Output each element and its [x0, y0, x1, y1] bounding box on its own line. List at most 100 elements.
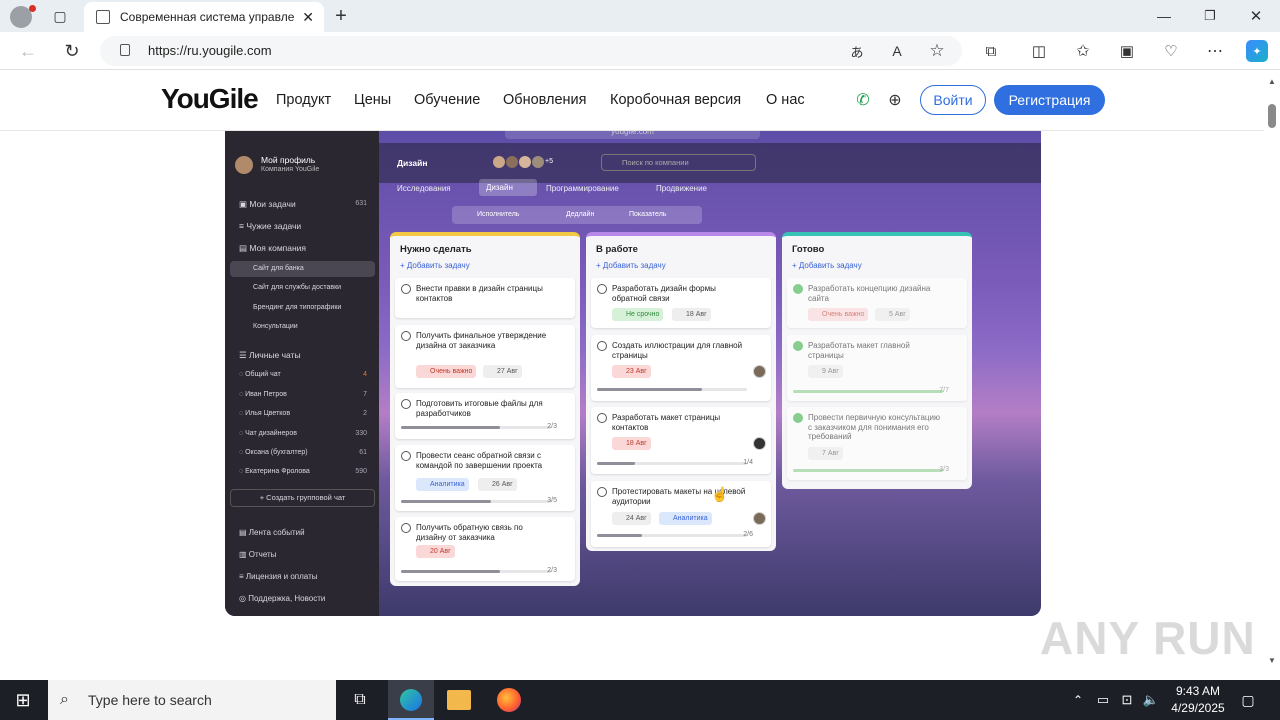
mock-chat-3-count: 2: [363, 410, 367, 417]
mock-task-card: Получить финальное утверждение дизайна о…: [395, 325, 575, 388]
mock-address: yougile.com: [505, 131, 760, 139]
mock-column-title: В работе: [596, 244, 638, 255]
mock-project-4: Консультации: [253, 323, 298, 330]
scroll-up-icon[interactable]: ▲: [1268, 77, 1276, 86]
read-aloud-icon[interactable]: A: [886, 39, 908, 63]
nav-learning[interactable]: Обучение: [414, 92, 480, 108]
windows-start-icon[interactable]: ⊞: [12, 690, 34, 710]
network-icon[interactable]: ⊡: [1118, 690, 1136, 710]
globe-icon[interactable]: ⊕: [885, 90, 905, 110]
favorites-icon[interactable]: ✩: [1072, 39, 1094, 63]
nav-boxed-version[interactable]: Коробочная версия: [610, 92, 741, 108]
anyrun-watermark: ANY RUN: [1040, 612, 1256, 664]
mock-chat-4: ◌ Чат дизайнеров: [239, 430, 297, 437]
firefox-icon[interactable]: [497, 688, 521, 712]
tab-title: Современная система управле: [120, 10, 295, 24]
notification-dot: [29, 5, 36, 12]
mock-task-card: Получить обратную связь по дизайну от за…: [395, 517, 575, 581]
clock-time[interactable]: 9:43 AM: [1166, 684, 1230, 698]
mock-chat-1: ◌ Общий чат: [239, 371, 281, 378]
nav-updates[interactable]: Обновления: [503, 92, 587, 108]
site-header: YouGile Продукт Цены Обучение Обновления…: [0, 71, 1264, 131]
close-window-icon[interactable]: ✕: [1244, 4, 1268, 28]
mock-filter-metric: Показатель: [629, 211, 667, 218]
yougile-logo[interactable]: YouGile: [161, 83, 259, 115]
mock-profile-avatar: [235, 156, 253, 174]
mock-chat-4-count: 330: [355, 430, 367, 437]
nav-about[interactable]: О нас: [766, 92, 805, 108]
mock-task-card: Разработать дизайн формы обратной связи …: [591, 278, 771, 328]
notifications-icon[interactable]: ▢: [1238, 690, 1258, 710]
login-button[interactable]: Войти: [920, 85, 986, 115]
restore-icon[interactable]: ❐: [1198, 4, 1222, 28]
mock-support: ◎ Поддержка, Новости: [239, 594, 326, 603]
mock-my-company: ▤ Моя компания: [239, 243, 307, 253]
tray-overflow-icon[interactable]: ⌃: [1070, 690, 1086, 710]
mock-create-group-chat: + Создать групповой чат: [230, 489, 375, 507]
taskbar-search[interactable]: ⌕ Type here to search: [48, 680, 336, 720]
reload-icon[interactable]: ↻: [60, 39, 84, 63]
mock-column-done: Готово + Добавить задачу Разработать кон…: [782, 232, 972, 489]
url-text: https://ru.yougile.com: [148, 43, 272, 58]
page-icon: [96, 10, 110, 24]
register-button[interactable]: Регистрация: [994, 85, 1105, 115]
edge-icon: [400, 689, 422, 711]
lock-icon: [120, 44, 130, 56]
volume-icon[interactable]: 🔈: [1142, 690, 1160, 710]
mock-company-name: Компания YouGile: [261, 166, 320, 173]
split-screen-icon[interactable]: ◫: [1028, 39, 1050, 63]
mock-task-card: Разработать макет страницы контактов 18 …: [591, 407, 771, 474]
close-tab-icon[interactable]: ✕: [302, 2, 314, 32]
mouse-cursor-icon: ☝: [711, 486, 729, 502]
mock-project-3: Брендинг для типографики: [253, 304, 342, 311]
mock-chat-6: ◌ Екатерина Фролова: [239, 468, 310, 475]
mock-others-tasks: ≡ Чужие задачи: [239, 221, 302, 231]
mock-tab-design: Дизайн: [479, 179, 537, 196]
mock-filter-deadline: Дедлайн: [566, 211, 595, 218]
tab-actions-icon[interactable]: ▢: [50, 6, 70, 26]
page-scrollbar[interactable]: ▲ ▼: [1264, 71, 1280, 680]
scroll-down-icon[interactable]: ▼: [1268, 656, 1276, 665]
mock-task-card: Подготовить итоговые файлы для разработч…: [395, 393, 575, 439]
performance-icon[interactable]: ♡: [1160, 39, 1182, 63]
mock-tab-promotion: Продвижение: [656, 184, 707, 193]
task-view-icon[interactable]: ⧉: [348, 688, 372, 712]
windows-taskbar: ⊞ ⌕ Type here to search ⧉ ⌃ ▭ ⊡ 🔈 9:43 A…: [0, 680, 1280, 720]
active-tab[interactable]: Современная система управле ✕: [84, 2, 324, 32]
translate-icon[interactable]: あ: [846, 39, 868, 63]
edge-taskbar-button[interactable]: [388, 680, 434, 720]
mock-team-avatars: +5: [493, 156, 559, 170]
favorite-star-icon[interactable]: ☆: [926, 39, 948, 63]
mock-reports: ▥ Отчеты: [239, 550, 277, 559]
mock-project-1: Сайт для банка: [253, 265, 304, 272]
mock-task-card: Разработать концепцию дизайна сайта Очен…: [787, 278, 967, 328]
phone-icon[interactable]: ✆: [853, 90, 873, 110]
mock-task-card: Внести правки в дизайн страницы контакто…: [395, 278, 575, 318]
file-explorer-icon[interactable]: [447, 690, 471, 710]
browser-tab-strip: ▢ Современная система управле ✕ + — ❐ ✕: [0, 0, 1280, 32]
device-icon[interactable]: ▭: [1094, 690, 1112, 710]
taskbar-search-placeholder: Type here to search: [88, 692, 212, 708]
mock-project-title: Дизайн: [397, 158, 428, 168]
nav-product[interactable]: Продукт: [276, 92, 331, 108]
nav-prices[interactable]: Цены: [354, 92, 391, 108]
mock-task-card: Провести сеанс обратной связи с командой…: [395, 445, 575, 511]
minimize-icon[interactable]: —: [1152, 4, 1176, 28]
mock-chat-5: ◌ Оксана (бухгалтер): [239, 449, 308, 456]
web-page: YouGile Продукт Цены Обучение Обновления…: [0, 71, 1264, 680]
extensions-icon[interactable]: ⧉: [980, 39, 1002, 63]
mock-task-card: Разработать макет главной страницы 9 Авг…: [787, 335, 967, 401]
collections-icon[interactable]: ▣: [1116, 39, 1138, 63]
browser-toolbar: ← ↻ https://ru.yougile.com あ A ☆ ⧉ ◫ ✩ ▣…: [0, 32, 1280, 70]
more-menu-icon[interactable]: ⋯: [1204, 39, 1226, 63]
mock-tab-programming: Программирование: [546, 184, 619, 193]
mock-add-task: + Добавить задачу: [792, 261, 862, 270]
back-icon[interactable]: ←: [16, 39, 40, 63]
address-field[interactable]: https://ru.yougile.com: [100, 36, 962, 66]
scroll-thumb[interactable]: [1268, 104, 1276, 128]
new-tab-icon[interactable]: +: [330, 4, 352, 28]
copilot-icon[interactable]: ✦: [1246, 40, 1268, 62]
mock-profile-name: Мой профиль: [261, 155, 316, 165]
clock-date[interactable]: 4/29/2025: [1166, 701, 1230, 715]
mock-search: Поиск по компании: [601, 154, 756, 171]
